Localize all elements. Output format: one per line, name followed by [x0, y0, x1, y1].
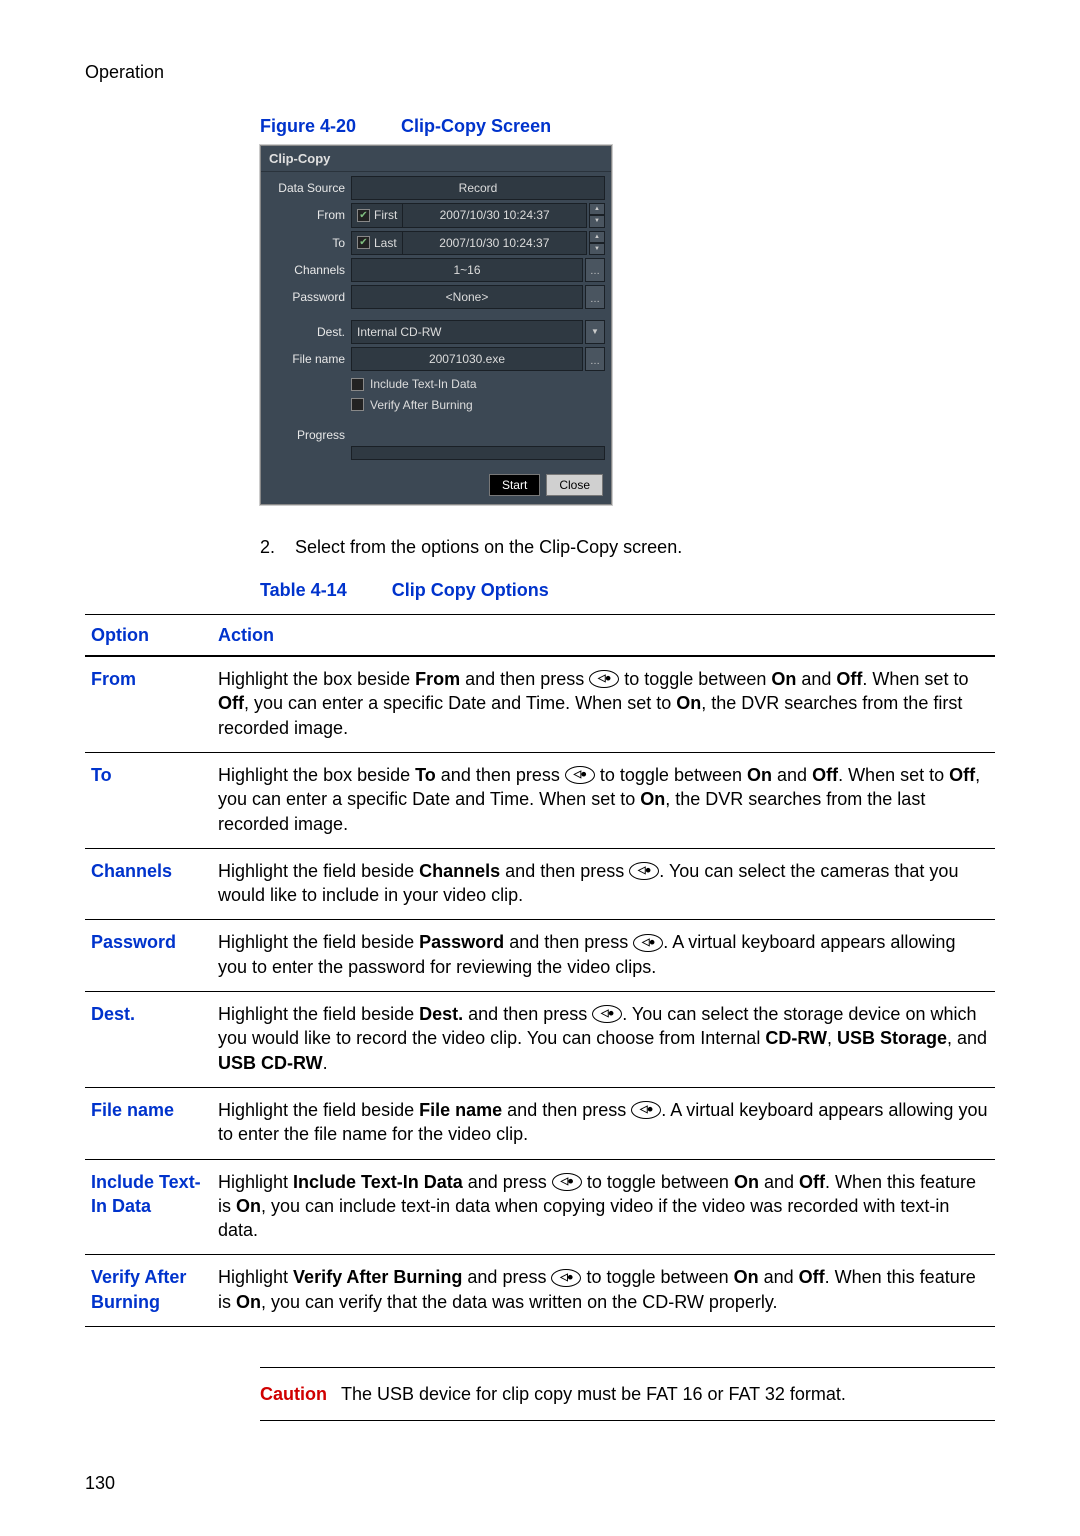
step-2: 2. Select from the options on the Clip-C…: [260, 535, 995, 559]
enter-icon: ◁⦁: [552, 1173, 582, 1191]
figure-caption: Figure 4-20 Clip-Copy Screen: [260, 114, 995, 138]
spin-down-icon[interactable]: ▼: [589, 215, 605, 227]
label-dest: Dest.: [267, 320, 351, 344]
table-title: Clip Copy Options: [392, 580, 549, 600]
caution-block: Caution The USB device for clip copy mus…: [260, 1367, 995, 1421]
field-dest[interactable]: Internal CD-RW: [351, 320, 583, 344]
label-progress: Progress: [267, 423, 351, 443]
page-number: 130: [85, 1471, 995, 1495]
enter-icon: ◁⦁: [565, 766, 595, 784]
to-datetime[interactable]: 2007/10/30 10:24:37: [402, 231, 587, 255]
table-row: Include Text-In Data Highlight Include T…: [85, 1159, 995, 1255]
spin-down-icon[interactable]: ▼: [589, 243, 605, 255]
dest-dropdown-button[interactable]: ▼: [585, 320, 605, 344]
action-dest: Highlight the field beside Dest. and the…: [212, 992, 995, 1088]
table-row: Channels Highlight the field beside Chan…: [85, 848, 995, 920]
opt-filename: File name: [85, 1087, 212, 1159]
filename-more-button[interactable]: …: [585, 347, 605, 371]
figure-label: Figure 4-20: [260, 116, 356, 136]
field-channels[interactable]: 1~16: [351, 258, 583, 282]
action-from: Highlight the box beside From and then p…: [212, 656, 995, 752]
include-textin-label: Include Text-In Data: [370, 376, 477, 392]
verify-after-label: Verify After Burning: [370, 397, 473, 413]
password-more-button[interactable]: …: [585, 285, 605, 309]
check-icon: ✔: [357, 209, 370, 222]
check-icon: ✔: [357, 236, 370, 249]
label-to: To: [267, 231, 351, 255]
checkbox-empty-icon[interactable]: ✔: [351, 378, 364, 391]
opt-dest: Dest.: [85, 992, 212, 1088]
channels-more-button[interactable]: …: [585, 258, 605, 282]
spin-up-icon[interactable]: ▲: [589, 231, 605, 243]
enter-icon: ◁⦁: [592, 1005, 622, 1023]
from-cb-label: First: [374, 207, 397, 223]
label-filename: File name: [267, 347, 351, 371]
step-text: Select from the options on the Clip-Copy…: [295, 535, 682, 559]
to-last-checkbox[interactable]: ✔ Last: [351, 231, 402, 255]
opt-to: To: [85, 752, 212, 848]
label-channels: Channels: [267, 258, 351, 282]
table-row: From Highlight the box beside From and t…: [85, 656, 995, 752]
dialog-title: Clip-Copy: [261, 146, 611, 173]
action-verify: Highlight Verify After Burning and press…: [212, 1255, 995, 1327]
caution-text: The USB device for clip copy must be FAT…: [341, 1382, 846, 1406]
th-option: Option: [85, 614, 212, 656]
from-first-checkbox[interactable]: ✔ First: [351, 203, 402, 227]
figure-title: Clip-Copy Screen: [401, 116, 551, 136]
enter-icon: ◁⦁: [629, 862, 659, 880]
from-datetime[interactable]: 2007/10/30 10:24:37: [402, 203, 587, 227]
th-action: Action: [212, 614, 995, 656]
field-password[interactable]: <None>: [351, 285, 583, 309]
table-row: File name Highlight the field beside Fil…: [85, 1087, 995, 1159]
action-to: Highlight the box beside To and then pre…: [212, 752, 995, 848]
clip-copy-dialog: Clip-Copy Data Source Record From ✔ Firs…: [260, 145, 612, 506]
label-data-source: Data Source: [267, 176, 351, 200]
close-button[interactable]: Close: [546, 474, 603, 496]
table-row: Password Highlight the field beside Pass…: [85, 920, 995, 992]
table-caption: Table 4-14 Clip Copy Options: [260, 578, 995, 602]
opt-include: Include Text-In Data: [85, 1159, 212, 1255]
include-textin-row[interactable]: ✔ Include Text-In Data: [351, 374, 605, 394]
verify-after-row[interactable]: ✔ Verify After Burning: [351, 395, 605, 415]
to-cb-label: Last: [374, 235, 397, 251]
action-password: Highlight the field beside Password and …: [212, 920, 995, 992]
progress-bar: [351, 446, 605, 460]
action-channels: Highlight the field beside Channels and …: [212, 848, 995, 920]
enter-icon: ◁⦁: [631, 1101, 661, 1119]
step-number: 2.: [260, 535, 275, 559]
header-crumb: Operation: [85, 60, 995, 84]
opt-from: From: [85, 656, 212, 752]
enter-icon: ◁⦁: [589, 670, 619, 688]
opt-channels: Channels: [85, 848, 212, 920]
spin-up-icon[interactable]: ▲: [589, 203, 605, 215]
table-row: Verify After Burning Highlight Verify Af…: [85, 1255, 995, 1327]
opt-password: Password: [85, 920, 212, 992]
checkbox-empty-icon[interactable]: ✔: [351, 398, 364, 411]
from-spinner[interactable]: ▲ ▼: [589, 203, 605, 227]
table-row: To Highlight the box beside To and then …: [85, 752, 995, 848]
caution-label: Caution: [260, 1382, 327, 1406]
label-password: Password: [267, 285, 351, 309]
action-filename: Highlight the field beside File name and…: [212, 1087, 995, 1159]
enter-icon: ◁⦁: [633, 934, 663, 952]
table-label: Table 4-14: [260, 580, 347, 600]
field-data-source[interactable]: Record: [351, 176, 605, 200]
opt-verify: Verify After Burning: [85, 1255, 212, 1327]
start-button[interactable]: Start: [489, 474, 540, 496]
action-include: Highlight Include Text-In Data and press…: [212, 1159, 995, 1255]
table-row: Dest. Highlight the field beside Dest. a…: [85, 992, 995, 1088]
to-spinner[interactable]: ▲ ▼: [589, 231, 605, 255]
clip-copy-options-table: Option Action From Highlight the box bes…: [85, 614, 995, 1327]
label-from: From: [267, 203, 351, 227]
field-filename[interactable]: 20071030.exe: [351, 347, 583, 371]
enter-icon: ◁⦁: [551, 1269, 581, 1287]
